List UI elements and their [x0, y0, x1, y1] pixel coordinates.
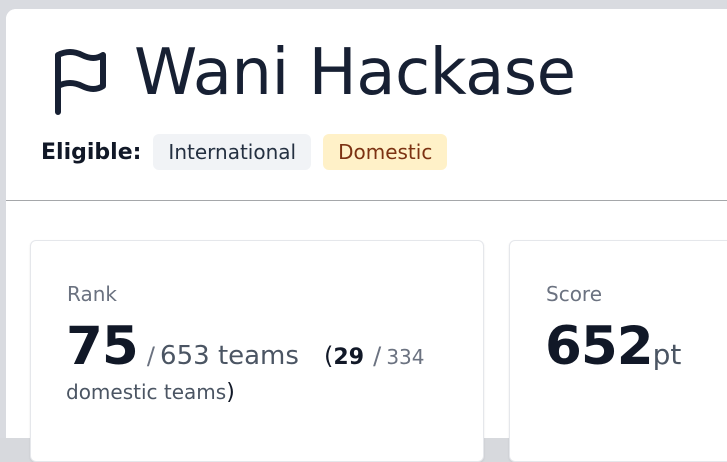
rank-label: Rank	[67, 282, 117, 306]
domestic-close-paren: )	[226, 380, 235, 405]
rank-value-line: 75 / 653 teams (29 / 334	[66, 320, 456, 385]
rank-card: Rank 75 / 653 teams (29 / 334 domestic t…	[30, 240, 484, 462]
score-unit: pt	[652, 338, 682, 371]
domestic-open-paren: (	[324, 342, 334, 370]
eligible-label: Eligible:	[41, 139, 142, 165]
rank-number: 75	[66, 316, 139, 377]
team-panel: Wani Hackase Eligible: International Dom…	[6, 9, 727, 462]
domestic-rank: 29	[333, 345, 365, 370]
team-header: Wani Hackase Eligible: International Dom…	[6, 9, 727, 200]
team-title: Wani Hackase	[134, 36, 576, 110]
score-card: Score 652pt	[509, 240, 727, 462]
domestic-badge: Domestic	[323, 134, 448, 170]
page-background: Wani Hackase Eligible: International Dom…	[0, 0, 727, 462]
flag-icon	[55, 49, 106, 115]
international-badge: International	[153, 134, 312, 170]
domestic-teams-label: domestic teams	[66, 380, 227, 404]
score-number: 652	[545, 316, 654, 377]
domestic-total: 334	[386, 345, 425, 369]
score-label: Score	[546, 282, 603, 306]
rank-slash: /	[146, 342, 155, 370]
score-value-line: 652pt	[545, 320, 682, 385]
domestic-teams-line: domestic teams)	[66, 380, 235, 405]
stats-area: Rank 75 / 653 teams (29 / 334 domestic t…	[6, 201, 727, 462]
eligibility-row: Eligible: International Domestic	[41, 134, 448, 170]
total-teams: 653 teams	[160, 341, 299, 371]
domestic-slash: /	[373, 342, 382, 370]
